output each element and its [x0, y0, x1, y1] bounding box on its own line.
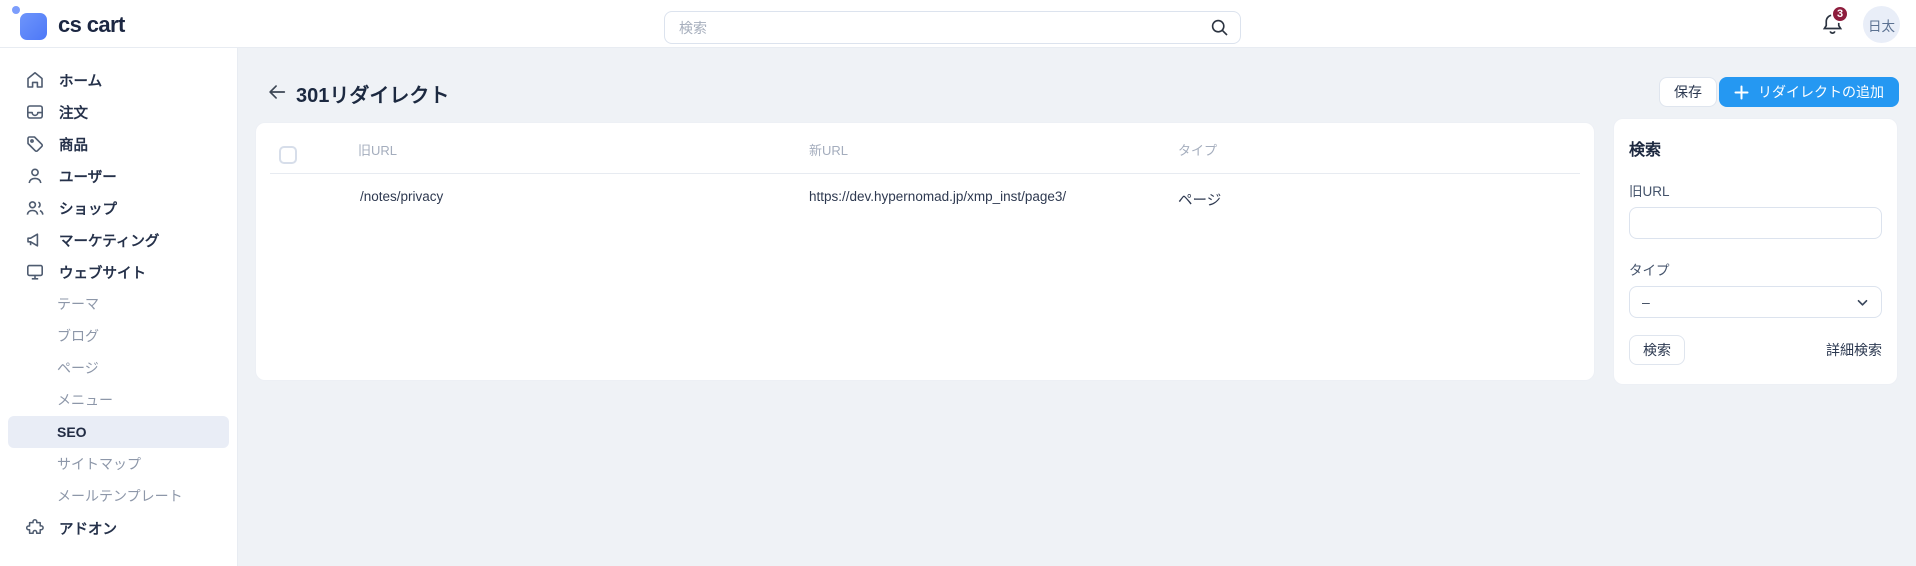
sidebar-item-label: 注文 [59, 105, 88, 122]
search-icon[interactable] [1209, 17, 1230, 38]
plus-icon [1734, 85, 1749, 99]
products-icon [25, 134, 45, 154]
sidebar-item-menus[interactable]: メニュー [0, 384, 237, 416]
sidebar-item-blog[interactable]: ブログ [0, 320, 237, 352]
sidebar-item-products[interactable]: 商品 [0, 128, 237, 160]
logo-dot-icon [12, 6, 20, 14]
cell-new-url: https://dev.hypernomad.jp/xmp_inst/page3… [809, 189, 1067, 204]
avatar-initials: 日太 [1868, 18, 1895, 34]
sidebar-item-label: ユーザー [59, 169, 117, 186]
cell-type: ページ [1178, 193, 1222, 209]
sidebar-item-sitemap[interactable]: サイトマップ [0, 448, 237, 480]
notifications-bell[interactable]: 3 [1820, 5, 1849, 38]
sidebar-item-label: ページ [57, 360, 99, 376]
cscart-logo[interactable]: cs cart [12, 6, 125, 40]
search-filter-panel: 検索 旧URL タイプ – 検索 詳細検索 [1613, 118, 1898, 385]
website-icon [25, 262, 45, 282]
global-search-input[interactable] [664, 11, 1241, 44]
filter-type-select[interactable]: – [1629, 286, 1882, 318]
filter-actions: 検索 詳細検索 [1629, 335, 1882, 365]
sidebar-item-home[interactable]: ホーム [0, 64, 237, 96]
home-icon [25, 70, 45, 90]
column-header-type: タイプ [1178, 143, 1218, 158]
sidebar-item-label: ショップ [59, 201, 117, 218]
user-icon [25, 166, 45, 186]
arrow-left-icon [269, 85, 286, 99]
sidebar-item-label: ブログ [57, 328, 99, 344]
filter-panel-title: 検索 [1629, 142, 1662, 159]
filter-type-selected-value: – [1642, 294, 1650, 310]
sidebar-item-orders[interactable]: 注文 [0, 96, 237, 128]
filter-search-button[interactable]: 検索 [1629, 335, 1685, 365]
page-title: 301リダイレクト [296, 85, 450, 107]
add-redirect-button[interactable]: リダイレクトの追加 [1719, 77, 1899, 107]
sidebar-item-label: メニュー [57, 392, 113, 408]
sidebar-item-website[interactable]: ウェブサイト [0, 256, 237, 288]
sidebar-item-users[interactable]: ユーザー [0, 160, 237, 192]
marketing-icon [25, 230, 45, 250]
cell-old-url: /notes/privacy [360, 189, 444, 204]
sidebar-item-marketing[interactable]: マーケティング [0, 224, 237, 256]
notification-badge: 3 [1831, 5, 1849, 23]
sidebar-item-email-templates[interactable]: メールテンプレート [0, 480, 237, 512]
sidebar-item-label: アドオン [59, 521, 117, 538]
filter-type-label: タイプ [1629, 263, 1670, 278]
sidebar-item-label: メールテンプレート [57, 488, 183, 504]
table-row[interactable]: /notes/privacy https://dev.hypernomad.jp… [256, 174, 1594, 220]
cscart-logo-icon [12, 6, 47, 40]
sidebar-item-themes[interactable]: テーマ [0, 288, 237, 320]
sidebar-item-label: 商品 [59, 137, 88, 154]
sidebar-item-addons[interactable]: アドオン [0, 512, 237, 544]
sidebar-nav: ホーム 注文 商品 ユーザー ショップ マーケティング ウェブサイト テーマ ブ… [0, 64, 237, 544]
sidebar-item-shops[interactable]: ショップ [0, 192, 237, 224]
add-redirect-label: リダイレクトの追加 [1758, 84, 1884, 100]
topbar: cs cart 3 日太 [0, 0, 1916, 48]
addons-icon [25, 518, 45, 538]
sidebar-item-label: ホーム [59, 73, 103, 90]
sidebar-item-label: SEO [57, 424, 87, 440]
logo-text: cs cart [58, 12, 125, 37]
user-avatar[interactable]: 日太 [1863, 6, 1900, 43]
save-button[interactable]: 保存 [1659, 77, 1717, 107]
sidebar: ホーム 注文 商品 ユーザー ショップ マーケティング ウェブサイト テーマ ブ… [0, 48, 238, 566]
sidebar-item-label: テーマ [57, 296, 99, 312]
back-button[interactable] [266, 80, 290, 104]
column-header-old-url: 旧URL [358, 143, 398, 158]
orders-icon [25, 102, 45, 122]
sidebar-item-pages[interactable]: ページ [0, 352, 237, 384]
column-header-new-url: 新URL [809, 143, 849, 158]
sidebar-item-label: マーケティング [59, 233, 160, 250]
redirects-table: 旧URL 新URL タイプ /notes/privacy https://dev… [255, 122, 1595, 381]
sidebar-item-seo[interactable]: SEO [8, 416, 229, 448]
filter-old-url-label: 旧URL [1629, 184, 1670, 199]
select-all-checkbox[interactable] [279, 146, 297, 164]
chevron-down-icon [1857, 299, 1868, 306]
filter-old-url-input[interactable] [1629, 207, 1882, 239]
sidebar-item-label: ウェブサイト [59, 265, 146, 282]
sidebar-item-label: サイトマップ [57, 456, 141, 472]
shops-icon [25, 198, 45, 218]
global-search [664, 11, 1241, 44]
advanced-search-link[interactable]: 詳細検索 [1826, 340, 1882, 360]
